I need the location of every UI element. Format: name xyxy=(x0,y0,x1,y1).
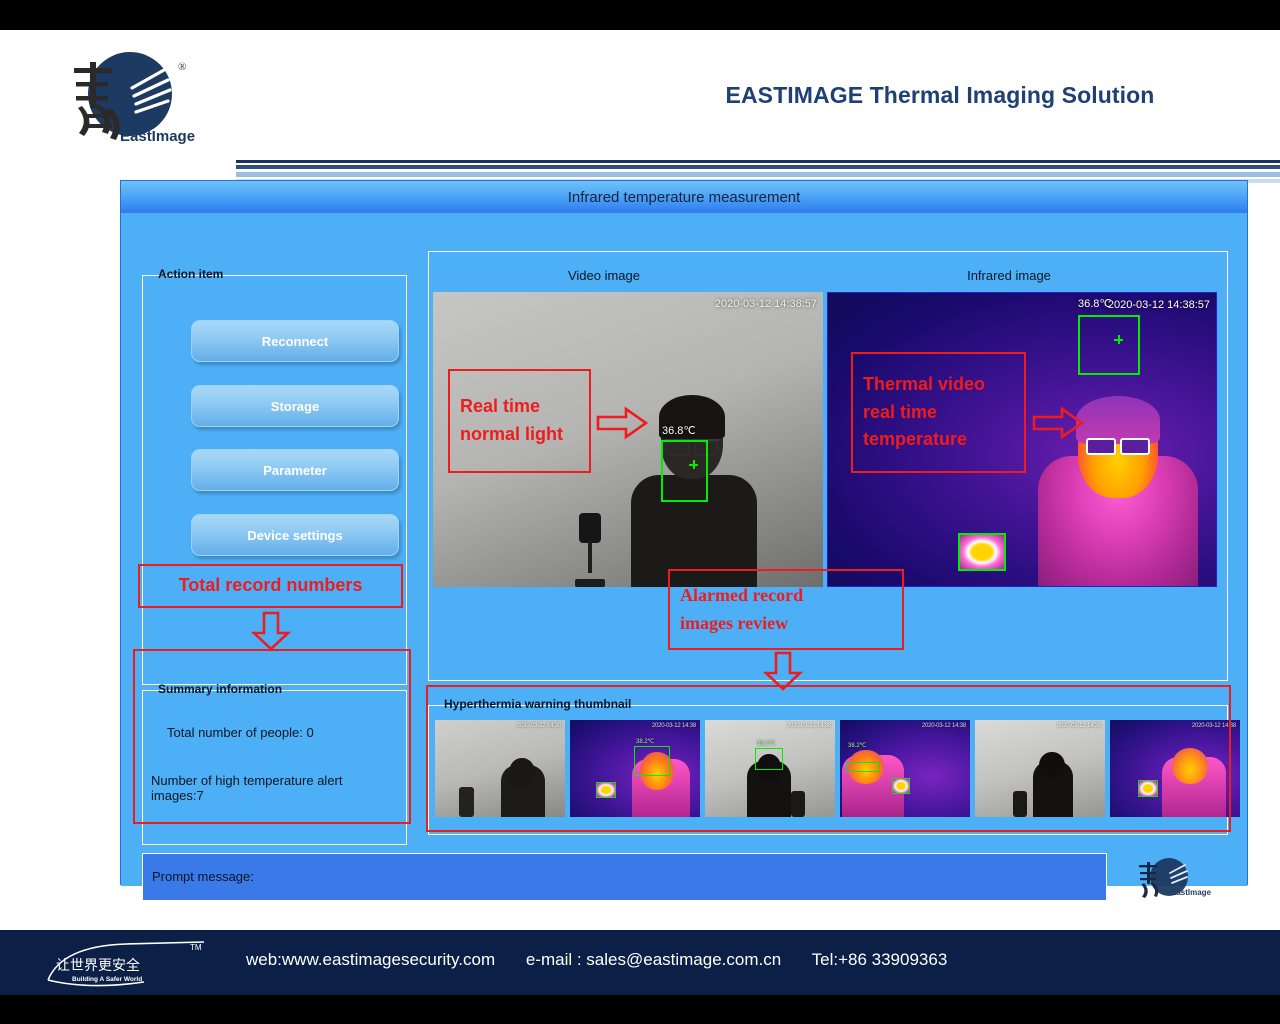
video-face-centroid-icon xyxy=(689,460,698,469)
infrared-face-detection-box xyxy=(1078,315,1140,375)
annotation-alarmed-record-images-review: Alarmed record images review xyxy=(668,569,904,650)
annotation-real-time-normal-light: Real time normal light xyxy=(448,369,591,473)
device-settings-button[interactable]: Device settings xyxy=(191,514,399,556)
eastimage-logo-mark: ® EastImage xyxy=(52,48,222,158)
action-item-group-title: Action item xyxy=(153,267,228,281)
annotation-arrow-down-icon xyxy=(251,611,291,651)
footer-tagline-en: Building A Safer World xyxy=(72,976,142,983)
annotation-arrow-right-icon xyxy=(1032,406,1084,440)
window-titlebar: Infrared temperature measurement xyxy=(121,181,1247,213)
footer-website[interactable]: web:www.eastimagesecurity.com xyxy=(246,950,495,969)
annotation-line: Thermal video xyxy=(863,371,985,399)
infrared-face-centroid-icon xyxy=(1114,335,1123,344)
storage-button-label: Storage xyxy=(271,399,319,414)
infrared-feed-timestamp: 2020-03-12 14:38:57 xyxy=(1108,299,1210,311)
reconnect-button[interactable]: Reconnect xyxy=(191,320,399,362)
tripod-figure xyxy=(573,513,607,587)
footer-tagline-cn: 让世界更安全 xyxy=(56,957,140,974)
annotation-arrow-right-icon xyxy=(596,406,648,440)
annotation-line: temperature xyxy=(863,426,985,454)
annotation-total-record-numbers: Total record numbers xyxy=(138,564,403,608)
brand-wordmark: EastImage xyxy=(120,128,195,145)
annotation-highlight-thumbnail-strip xyxy=(426,685,1231,832)
svg-text:EastImage: EastImage xyxy=(1171,888,1212,897)
footer-email[interactable]: e-mail : sales@eastimage.com.cn xyxy=(526,950,781,969)
footer-trademark: TM xyxy=(190,943,202,952)
annotation-line: real time xyxy=(863,399,985,427)
annotation-line: normal light xyxy=(460,421,563,449)
blackbody-calibrator-box xyxy=(958,533,1006,571)
annotation-arrow-down-icon xyxy=(763,651,803,691)
storage-button[interactable]: Storage xyxy=(191,385,399,427)
annotation-thermal-video-real-time-temperature: Thermal video real time temperature xyxy=(851,352,1026,473)
watermark-logo: EastImage xyxy=(1121,855,1221,901)
video-face-detection-box xyxy=(661,440,708,502)
slide-header: ® EastImage EASTIMAGE Thermal Imaging So… xyxy=(0,30,1280,180)
parameter-button[interactable]: Parameter xyxy=(191,449,399,491)
annotation-line: images review xyxy=(680,610,803,638)
deck-title: EASTIMAGE Thermal Imaging Solution xyxy=(640,82,1240,109)
infrared-image-label: Infrared image xyxy=(909,268,1109,283)
reconnect-button-label: Reconnect xyxy=(262,334,328,349)
video-image-label: Video image xyxy=(504,268,704,283)
slide-bottom-letterbox xyxy=(0,995,1280,1024)
infrared-face-temperature: 36.8℃ xyxy=(1078,297,1112,310)
eastimage-logo: ® EastImage xyxy=(52,48,222,158)
annotation-line: Alarmed record xyxy=(680,582,803,610)
window-title: Infrared temperature measurement xyxy=(568,189,801,206)
video-feed-timestamp: 2020-03-12 14:38:57 xyxy=(715,298,817,310)
slide-footer: 让世界更安全 TM Building A Safer World web:www… xyxy=(0,930,1280,995)
prompt-message-label: Prompt message: xyxy=(152,869,254,884)
footer-contact-links: web:www.eastimagesecurity.com e-mail : s… xyxy=(246,950,973,970)
slide-top-letterbox xyxy=(0,0,1280,30)
parameter-button-label: Parameter xyxy=(263,463,327,478)
prompt-message-box[interactable]: Prompt message: xyxy=(142,853,1107,901)
annotation-line: Total record numbers xyxy=(169,572,373,600)
annotation-line: Real time xyxy=(460,393,563,421)
device-settings-button-label: Device settings xyxy=(247,528,342,543)
annotation-highlight-summary-panel xyxy=(133,649,411,824)
footer-tagline-logo: 让世界更安全 TM Building A Safer World xyxy=(40,938,230,988)
footer-telephone: Tel:+86 33909363 xyxy=(812,950,948,969)
video-face-temperature: 36.8℃ xyxy=(662,424,696,437)
registered-mark: ® xyxy=(178,61,186,73)
